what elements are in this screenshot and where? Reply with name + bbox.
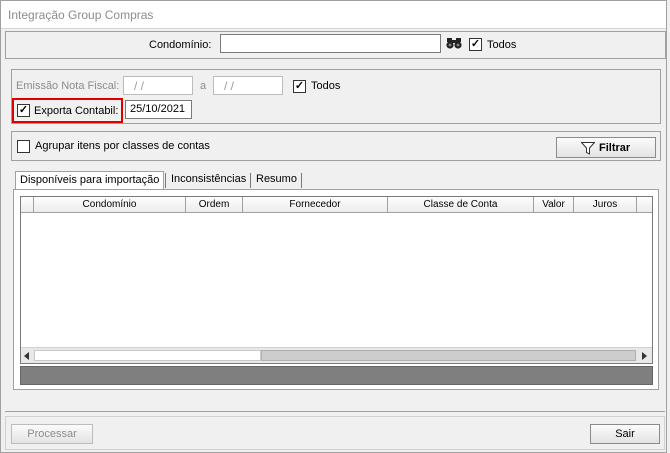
condominio-panel: Condomínio: ✓ Todos bbox=[5, 31, 666, 59]
tab-divider bbox=[301, 173, 302, 188]
emissao-end-date[interactable]: / / bbox=[213, 76, 283, 95]
agrupar-checkbox[interactable] bbox=[17, 140, 30, 153]
emissao-label: Emissão Nota Fiscal: bbox=[16, 80, 120, 92]
grid-col-classe[interactable]: Classe de Conta bbox=[388, 197, 534, 213]
condominio-input[interactable] bbox=[220, 34, 441, 53]
grid-col-condominio[interactable]: Condomínio bbox=[34, 197, 186, 213]
processar-button[interactable]: Processar bbox=[11, 424, 93, 444]
filtrar-button[interactable]: Filtrar bbox=[556, 137, 656, 158]
search-button[interactable] bbox=[445, 34, 463, 53]
footer-panel: Processar Sair bbox=[5, 416, 665, 450]
options-panel: Agrupar itens por classes de contas Filt… bbox=[11, 131, 661, 161]
title-bar: Integração Group Compras bbox=[1, 1, 666, 29]
emissao-separator: a bbox=[200, 80, 207, 92]
tab-inconsistencias[interactable]: Inconsistências bbox=[167, 171, 250, 190]
tab-divider bbox=[250, 173, 251, 188]
grid-footer-bar bbox=[20, 366, 653, 385]
scroll-thumb[interactable] bbox=[261, 350, 636, 361]
tab-disponiveis[interactable]: Disponíveis para importação bbox=[15, 171, 165, 190]
condominio-todos-checkbox[interactable]: ✓ bbox=[469, 38, 482, 51]
grid-col-valor[interactable]: Valor bbox=[534, 197, 574, 213]
emissao-start-date[interactable]: / / bbox=[123, 76, 193, 95]
horizontal-scrollbar[interactable] bbox=[21, 347, 652, 363]
tab-resumo[interactable]: Resumo bbox=[252, 171, 301, 190]
footer-divider bbox=[5, 411, 665, 412]
grid-col-extra bbox=[637, 197, 652, 213]
exporta-contabil-checkbox[interactable]: ✓ bbox=[17, 104, 30, 117]
tab-divider bbox=[165, 173, 166, 188]
grid-indicator-header bbox=[21, 197, 34, 213]
condominio-todos-label: Todos bbox=[487, 39, 517, 51]
emissao-todos-checkbox[interactable]: ✓ bbox=[293, 80, 306, 93]
grid-col-ordem[interactable]: Ordem bbox=[186, 197, 243, 213]
sair-button[interactable]: Sair bbox=[590, 424, 660, 444]
results-grid[interactable]: Condomínio Ordem Fornecedor Classe de Co… bbox=[20, 196, 653, 364]
scroll-track[interactable] bbox=[34, 350, 261, 361]
filtrar-label: Filtrar bbox=[599, 142, 631, 154]
exporta-contabil-label: Exporta Contabil: bbox=[34, 105, 119, 117]
binoculars-icon bbox=[446, 38, 462, 49]
condominio-label: Condomínio: bbox=[149, 39, 212, 51]
grid-col-juros[interactable]: Juros bbox=[574, 197, 637, 213]
exporta-contabil-date[interactable]: 25/10/2021 bbox=[125, 100, 192, 119]
window-title: Integração Group Compras bbox=[8, 8, 154, 22]
exporta-highlight: ✓ Exporta Contabil: bbox=[12, 98, 123, 123]
scroll-right-icon[interactable] bbox=[642, 352, 647, 360]
integration-window: Integração Group Compras Condomínio: ✓ T… bbox=[0, 0, 667, 453]
scroll-left-icon[interactable] bbox=[24, 352, 29, 360]
grid-col-fornecedor[interactable]: Fornecedor bbox=[243, 197, 388, 213]
filter-dates-panel: Emissão Nota Fiscal: / / a / / ✓ Todos ✓… bbox=[11, 69, 661, 124]
emissao-todos-label: Todos bbox=[311, 80, 341, 92]
agrupar-label: Agrupar itens por classes de contas bbox=[35, 140, 210, 152]
tab-content: Condomínio Ordem Fornecedor Classe de Co… bbox=[13, 189, 659, 390]
funnel-icon bbox=[581, 142, 595, 155]
